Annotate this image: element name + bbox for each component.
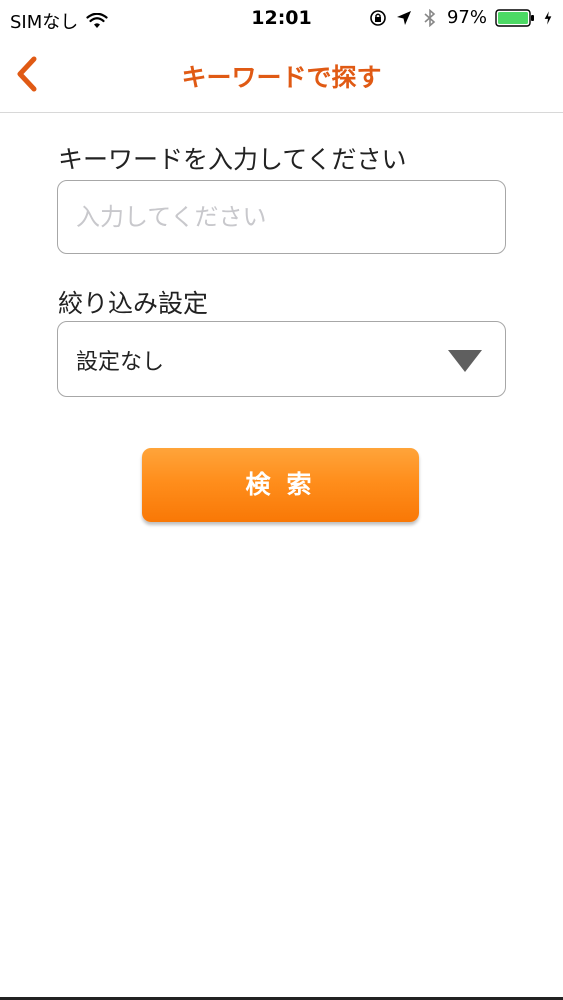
- battery-icon: [495, 8, 534, 27]
- keyword-label: キーワードを入力してください: [58, 145, 407, 174]
- status-bar: SIMなし 12:01 97%: [0, 0, 563, 40]
- charging-bolt-icon: [544, 10, 552, 25]
- orientation-lock-icon: [370, 9, 386, 26]
- filter-selected-value: 設定なし: [76, 350, 165, 375]
- status-right: 97%: [369, 7, 553, 28]
- filter-select[interactable]: 設定なし: [57, 321, 506, 397]
- battery-percent: 97%: [446, 7, 487, 28]
- filter-label: 絞り込み設定: [58, 289, 209, 318]
- keyword-input[interactable]: [57, 180, 506, 254]
- nav-bar: キーワードで探す: [0, 40, 563, 113]
- bluetooth-icon: [424, 8, 436, 27]
- location-arrow-icon: [396, 10, 411, 25]
- triangle-down-icon: [448, 350, 482, 372]
- search-button[interactable]: 検索: [142, 448, 419, 522]
- page-title: キーワードで探す: [181, 63, 382, 92]
